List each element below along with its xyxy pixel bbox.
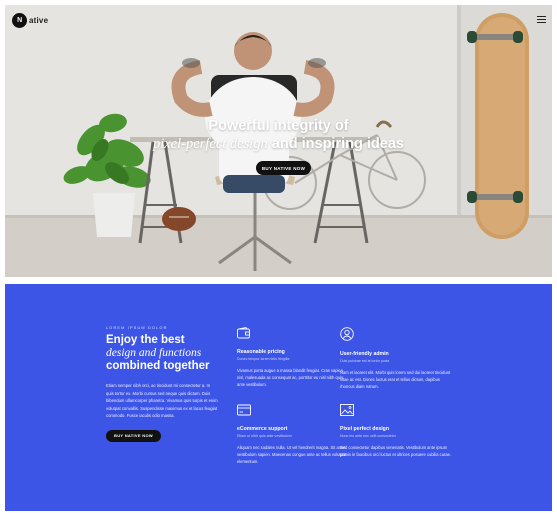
hero-title-line1: Powerful integrity of: [208, 118, 349, 134]
logo-mark: N: [12, 12, 27, 28]
feature-description: Nam et laoreet elit. Morbi quis lorem se…: [340, 370, 451, 389]
feature-subtitle: Duis pulvinar est at tortor porta: [340, 359, 390, 363]
feature-title: Reasonable pricing: [237, 349, 285, 355]
hamburger-menu-icon[interactable]: [537, 16, 546, 23]
feature-item-ecommerce: eCommerce support Etiam ut nibh quis ant…: [237, 404, 349, 465]
features-intro: LOREM IPSUM DOLOR Enjoy the best design …: [106, 326, 226, 442]
heading-line2: design and functions: [106, 347, 202, 359]
feature-description: Aliquam nec sodales nulla. Ut vel hendre…: [237, 445, 347, 464]
feature-title: User-friendly admin: [340, 351, 389, 357]
logo-text: ative: [29, 15, 49, 25]
hero-title: Powerful integrity of pixel-perfect desi…: [5, 117, 552, 153]
features-heading: Enjoy the best design and functions comb…: [106, 334, 226, 373]
image-icon: [340, 404, 354, 416]
feature-subtitle: Nunc leo ante nec velit consectetur: [340, 434, 396, 438]
feature-item-design: Pixel perfect design Nunc leo ante nec v…: [340, 404, 452, 458]
feature-item-pricing: Reasonable pricing Donec tempor lorem fe…: [237, 326, 349, 388]
brand-logo[interactable]: N ative: [12, 12, 48, 28]
card-icon: [237, 404, 251, 416]
features-buy-now-button[interactable]: BUY NATIVE NOW: [106, 429, 161, 442]
heading-line3: combined together: [106, 360, 210, 372]
features-description: Etiam semper nibh orci, ac tincidunt mi …: [106, 383, 218, 418]
buy-now-button[interactable]: BUY NATIVE NOW: [256, 161, 311, 175]
hero-title-script: pixel-perfect design: [153, 136, 268, 152]
hero-title-rest: and inspiring ideas: [267, 136, 404, 152]
features-section: LOREM IPSUM DOLOR Enjoy the best design …: [5, 284, 552, 511]
heading-line1: Enjoy the best: [106, 334, 185, 346]
user-icon: [340, 327, 354, 341]
eyebrow-label: LOREM IPSUM DOLOR: [106, 326, 168, 330]
feature-subtitle: Etiam ut nibh quis ante vestibulum: [237, 434, 292, 438]
wallet-icon: [237, 326, 250, 339]
feature-subtitle: Donec tempor lorem felis fringilla: [237, 357, 290, 361]
hero-section: N ative Powerful integrity of pixel-perf…: [5, 5, 552, 277]
feature-title: Pixel perfect design: [340, 426, 390, 432]
feature-description: Vivamus porta augue a massa blandit feug…: [237, 368, 344, 387]
feature-title: eCommerce support: [237, 426, 288, 432]
feature-item-admin: User-friendly admin Duis pulvinar est at…: [340, 327, 452, 390]
feature-description: Sed consectetur dapibus venenatis. Vesti…: [340, 445, 452, 457]
